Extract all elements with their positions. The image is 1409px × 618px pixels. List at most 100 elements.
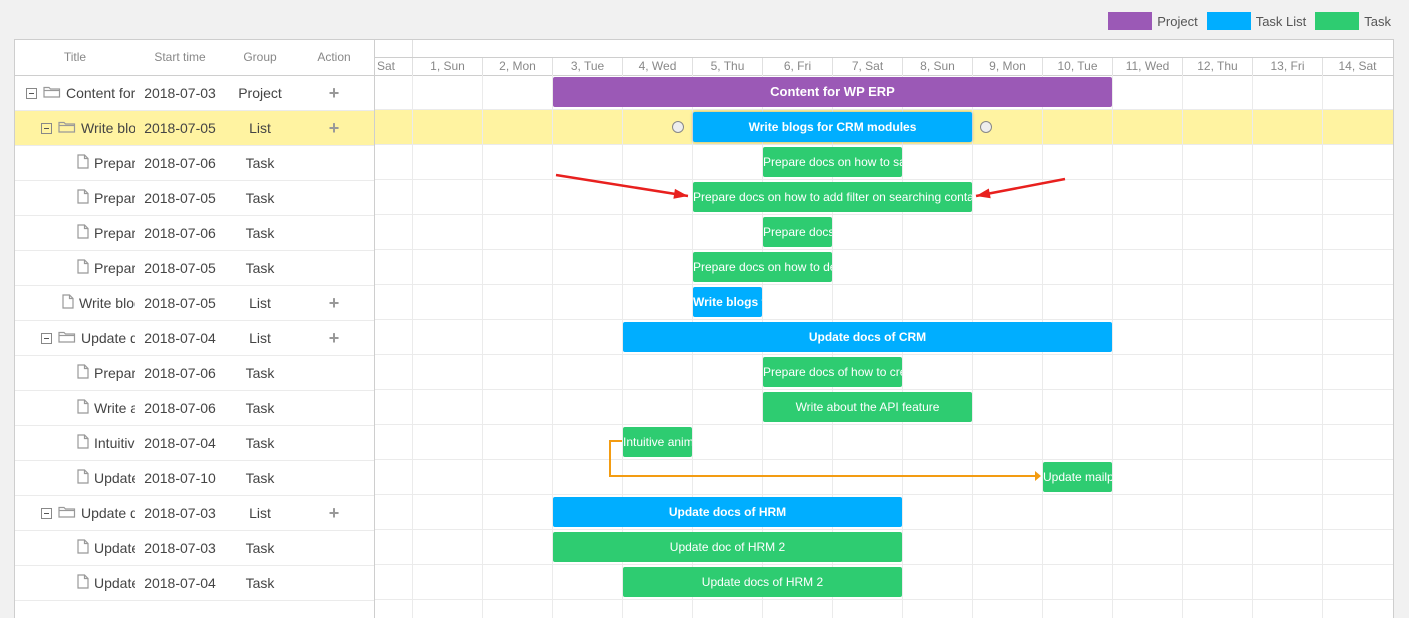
task-title[interactable]: Intuitive animation — [94, 435, 135, 451]
task-title[interactable]: Prepare docs on how to save search — [94, 155, 135, 171]
column-header-action: Action — [317, 50, 351, 64]
scale-day: 7, Sat — [832, 58, 902, 75]
task-bar[interactable]: Prepare docs on how to save search — [763, 147, 902, 177]
task-title[interactable]: Write blogs — [79, 295, 135, 311]
task-bar[interactable]: Prepare docs — [763, 217, 832, 247]
cell-group: Task — [245, 155, 275, 171]
task-bar[interactable]: Update doc of HRM 2 — [553, 532, 902, 562]
grid-row[interactable]: Intuitive animation 2018-07-04 Task — [15, 426, 374, 461]
add-icon[interactable]: + — [329, 328, 340, 348]
grid-row[interactable]: Prepare docs of how to create 2018-07-06 T… — [15, 356, 374, 391]
file-icon — [77, 574, 89, 592]
cell-start-time: 2018-07-04 — [144, 435, 216, 451]
folder-icon — [58, 120, 76, 136]
cell-group: Task — [245, 575, 275, 591]
day-gridline — [412, 75, 413, 618]
cell-title: Prepare docs on how to save search — [15, 154, 135, 172]
task-title[interactable]: Prepare docs — [94, 225, 135, 241]
cell-title: Update mailpoet — [15, 469, 135, 487]
day-gridline — [1182, 75, 1183, 618]
add-icon[interactable]: + — [329, 83, 340, 103]
task-title[interactable]: Prepare docs of how to create — [94, 365, 135, 381]
list-bar[interactable]: Update docs of CRM — [623, 322, 1112, 352]
scale-day: 2, Mon — [482, 58, 552, 75]
grid-row[interactable]: Content for WP ERP 2018-07-03 Project + — [15, 76, 374, 111]
legend-swatch — [1108, 12, 1153, 30]
cell-title: Write blogs — [15, 294, 135, 312]
folder-icon — [43, 85, 61, 101]
task-title[interactable]: Write blogs for CRM modules — [81, 120, 135, 136]
column-header-title[interactable]: Title — [15, 40, 135, 75]
grid-header: Title Start time Group Action — [15, 40, 374, 76]
task-title[interactable]: Prepare docs on how to delete — [94, 260, 135, 276]
task-title[interactable]: Update docs of HRM — [81, 505, 135, 521]
scale-day: Sat — [377, 59, 396, 73]
timeline: Sat 1, Sun 2, Mon 3, Tue 4, Wed 5, Thu 6, Fri 7… — [375, 40, 1393, 618]
file-icon — [77, 399, 89, 417]
list-bar[interactable]: Update docs of HRM — [553, 497, 902, 527]
task-bar[interactable]: Intuitive animation — [623, 427, 692, 457]
file-icon — [62, 294, 74, 312]
grid-row[interactable]: Write about the API feature 2018-07-06 Tas… — [15, 391, 374, 426]
task-title[interactable]: Content for WP ERP — [66, 85, 135, 101]
task-title[interactable]: Write about the API feature — [94, 400, 135, 416]
column-header-group[interactable]: Group — [225, 40, 295, 75]
cell-action: + — [295, 293, 373, 314]
task-title[interactable]: Update doc of HRM 2 — [94, 540, 135, 556]
timeline-scale-top — [375, 40, 1393, 58]
link-handle-end[interactable] — [980, 121, 992, 133]
folder-icon — [58, 330, 76, 346]
collapse-toggle-icon[interactable] — [26, 87, 37, 99]
add-icon[interactable]: + — [329, 503, 340, 523]
grid-row[interactable]: Update docs of CRM 2018-07-04 List + — [15, 321, 374, 356]
grid-row[interactable]: Update docs of HRM 2 2018-07-04 Task — [15, 566, 374, 601]
cell-group: Task — [245, 260, 275, 276]
column-header-start-time[interactable]: Start time — [135, 40, 225, 75]
grid-row[interactable]: Prepare docs 2018-07-06 Task — [15, 216, 374, 251]
day-gridline — [1112, 75, 1113, 618]
cell-action: + — [295, 328, 373, 349]
list-bar[interactable]: Write blogs for — [693, 287, 762, 317]
task-title[interactable]: Update mailpoet — [94, 470, 135, 486]
gantt-chart: Title Start time Group Action Content fo… — [14, 39, 1394, 618]
cell-action: + — [295, 83, 373, 104]
task-bar[interactable]: Prepare docs of how to create — [763, 357, 902, 387]
task-bar[interactable]: Update docs of HRM 2 — [623, 567, 902, 597]
file-icon — [77, 364, 89, 382]
day-gridline — [1252, 75, 1253, 618]
add-icon[interactable]: + — [329, 118, 340, 138]
link-handle-start[interactable] — [672, 121, 684, 133]
scale-day: 13, Fri — [1252, 58, 1322, 75]
cell-group: Task — [245, 400, 275, 416]
timeline-body: Content for WP ERP Write blogs for CRM mo… — [375, 75, 1393, 618]
project-bar[interactable]: Content for WP ERP — [553, 77, 1112, 107]
grid-row[interactable]: Update docs of HRM 2018-07-03 List + — [15, 496, 374, 531]
grid-row[interactable]: Update doc of HRM 2 2018-07-03 Task — [15, 531, 374, 566]
task-bar[interactable]: Write about the API feature — [763, 392, 972, 422]
cell-action: + — [295, 118, 373, 139]
timeline-row — [375, 425, 1393, 460]
cell-title: Prepare docs of how to create — [15, 364, 135, 382]
list-bar[interactable]: Write blogs for CRM modules — [693, 112, 972, 142]
grid-row[interactable]: Prepare docs on how to add filter on sea… — [15, 181, 374, 216]
task-title[interactable]: Update docs of HRM 2 — [94, 575, 135, 591]
timeline-row — [375, 215, 1393, 250]
grid-row[interactable]: Prepare docs on how to delete 2018-07-05 T… — [15, 251, 374, 286]
grid-row[interactable]: Write blogs for CRM modules 2018-07-05 Lis… — [15, 111, 374, 146]
collapse-toggle-icon[interactable] — [41, 122, 52, 134]
task-title[interactable]: Update docs of CRM — [81, 330, 135, 346]
collapse-toggle-icon[interactable] — [41, 332, 52, 344]
task-bar[interactable]: Prepare docs on how to delete — [693, 252, 832, 282]
cell-start-time: 2018-07-03 — [144, 540, 216, 556]
grid-row[interactable]: Write blogs 2018-07-05 List + — [15, 286, 374, 321]
grid-row[interactable]: Prepare docs on how to save search 2018-0… — [15, 146, 374, 181]
task-bar[interactable]: Prepare docs on how to add filter on sea… — [693, 182, 972, 212]
add-icon[interactable]: + — [329, 293, 340, 313]
cell-title: Prepare docs on how to delete — [15, 259, 135, 277]
task-title[interactable]: Prepare docs on how to add filter on sea… — [94, 190, 135, 206]
task-bar[interactable]: Update mailpoet — [1043, 462, 1112, 492]
grid-row[interactable]: Update mailpoet 2018-07-10 Task — [15, 461, 374, 496]
grid-rows: Content for WP ERP2018-07-03Project+Writ… — [15, 76, 374, 601]
collapse-toggle-icon[interactable] — [41, 507, 52, 519]
task-grid: Title Start time Group Action Content fo… — [15, 40, 375, 618]
